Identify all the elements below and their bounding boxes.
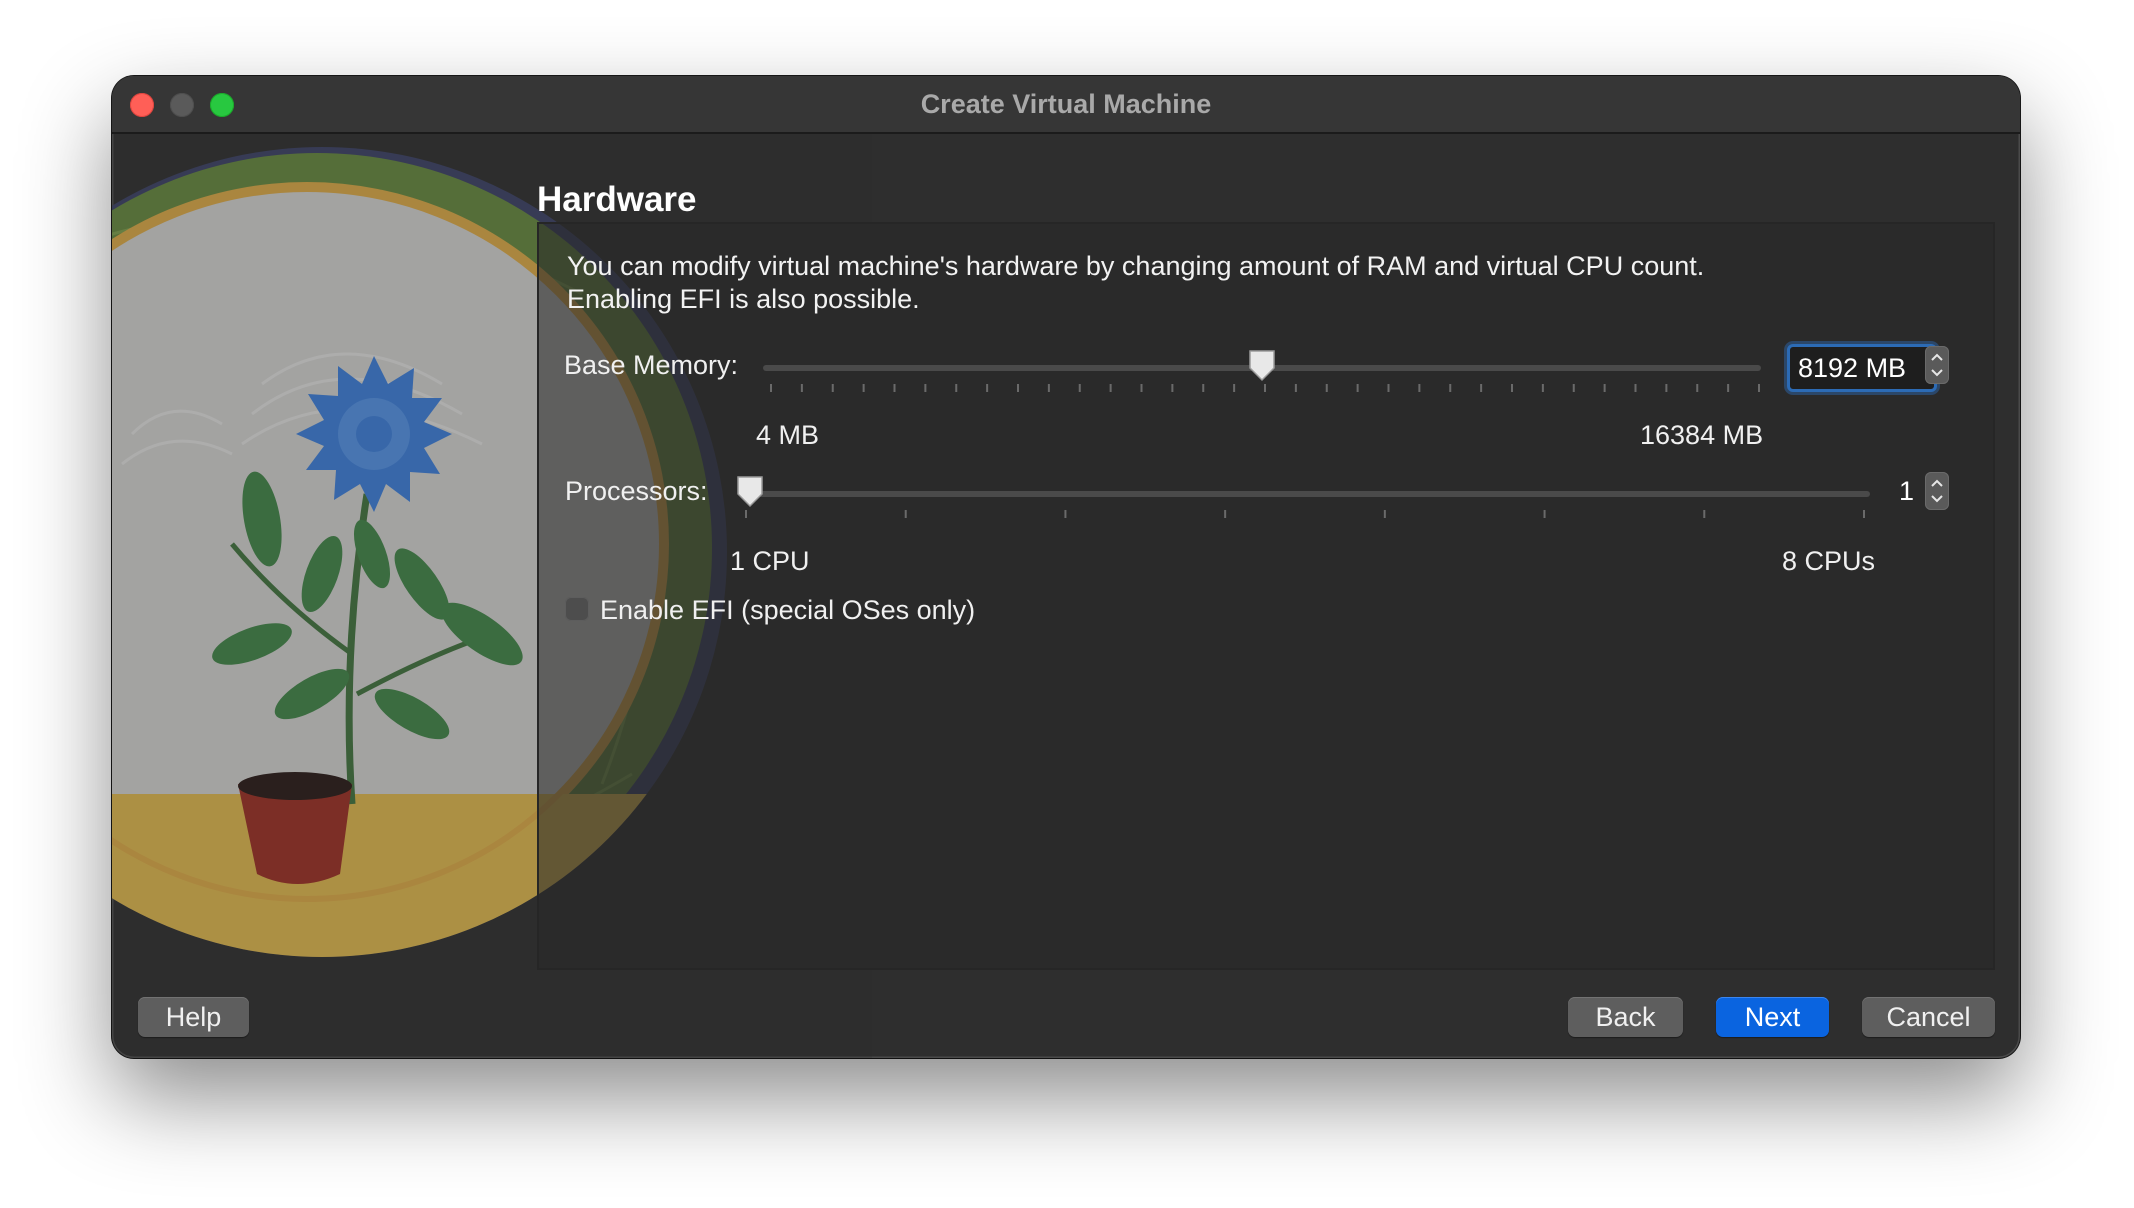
processors-slider-track[interactable] xyxy=(740,491,1870,497)
create-vm-dialog: Create Virtual Machine xyxy=(112,76,2020,1058)
title-bar: Create Virtual Machine xyxy=(112,76,2020,134)
memory-slider-thumb[interactable] xyxy=(1247,348,1277,382)
processors-slider-ticks xyxy=(745,510,1865,518)
memory-value-field[interactable]: 8192 MB xyxy=(1787,344,1937,392)
base-memory-label: Base Memory: xyxy=(564,350,739,380)
chevron-up-down-icon xyxy=(1931,353,1943,377)
help-button[interactable]: Help xyxy=(138,997,249,1037)
page-description: You can modify virtual machine's hardwar… xyxy=(567,250,1947,316)
cancel-button[interactable]: Cancel xyxy=(1862,997,1995,1037)
window-title: Create Virtual Machine xyxy=(920,89,1212,119)
memory-max-label: 16384 MB xyxy=(1640,420,1764,450)
back-button[interactable]: Back xyxy=(1568,997,1683,1037)
processors-label: Processors: xyxy=(565,476,708,506)
memory-slider-ticks xyxy=(770,384,1760,392)
processors-slider-thumb[interactable] xyxy=(735,474,765,508)
page-title: Hardware xyxy=(537,180,697,219)
description-line-2: Enabling EFI is also possible. xyxy=(567,284,920,314)
processors-max-label: 8 CPUs xyxy=(1782,546,1876,576)
description-line-1: You can modify virtual machine's hardwar… xyxy=(567,251,1705,281)
processors-value[interactable]: 1 xyxy=(1899,476,1914,507)
processors-stepper[interactable] xyxy=(1925,472,1949,510)
processors-min-label: 1 CPU xyxy=(730,546,810,576)
next-button[interactable]: Next xyxy=(1716,997,1829,1037)
memory-stepper[interactable] xyxy=(1925,346,1949,384)
memory-min-label: 4 MB xyxy=(756,420,820,450)
enable-efi-checkbox[interactable] xyxy=(565,597,589,621)
enable-efi-label[interactable]: Enable EFI (special OSes only) xyxy=(600,595,975,626)
chevron-up-down-icon xyxy=(1931,479,1943,503)
